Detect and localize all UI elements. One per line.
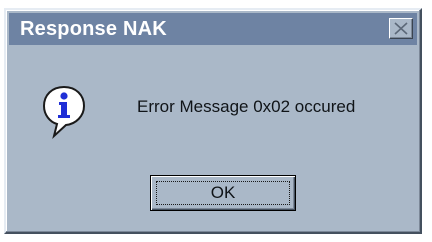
- close-icon: [394, 22, 408, 35]
- ok-button[interactable]: OK: [150, 175, 296, 211]
- info-icon: [42, 85, 86, 139]
- message-dialog: Response NAK Error Message 0x02 occured …: [4, 8, 422, 234]
- window-title: Response NAK: [20, 18, 167, 40]
- ok-button-label: OK: [210, 183, 236, 202]
- title-bar[interactable]: Response NAK: [9, 13, 417, 45]
- error-message: Error Message 0x02 occured: [137, 97, 356, 116]
- close-button[interactable]: [389, 18, 413, 39]
